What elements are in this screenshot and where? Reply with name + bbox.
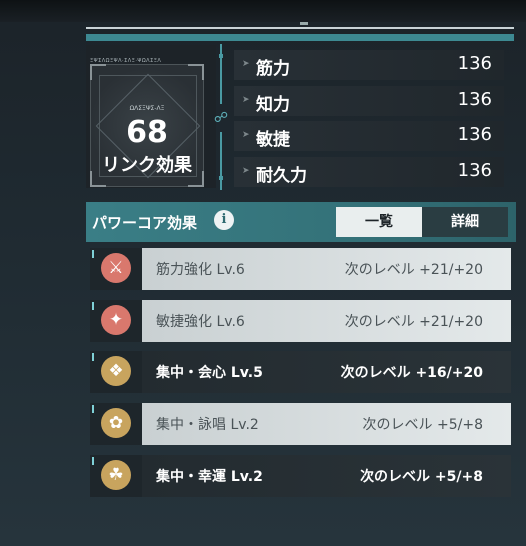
stat-name: 耐久力 [256, 166, 307, 186]
stat-value: 136 [457, 160, 492, 181]
arrow-right-icon: ➤ [242, 95, 250, 105]
frame-corner [90, 64, 106, 80]
stat-name: 敏捷 [256, 130, 290, 150]
link-effect-emblem: ΞΨΣΛΩΞΨΛ·ΣΛΞ·ΨΩΛΣΞΛ ΩΛΣΞΨΣ-ΛΞ 68 リンク効果 [86, 45, 216, 188]
stat-row-endurance: ➤ 耐久力 136 [234, 157, 504, 187]
strength-icon: ⚔ [101, 253, 131, 283]
stat-row-intelligence: ➤ 知力 136 [234, 86, 504, 116]
item-body: 筋力強化 Lv.6 次のレベル +21/+20 [142, 248, 511, 290]
item-body: 集中・詠唱 Lv.2 次のレベル +5/+8 [142, 403, 511, 445]
item-body: 集中・幸運 Lv.2 次のレベル +5/+8 [142, 455, 511, 497]
power-core-item[interactable]: ☘ 集中・幸運 Lv.2 次のレベル +5/+8 [90, 455, 511, 497]
power-core-item[interactable]: ⚔ 筋力強化 Lv.6 次のレベル +21/+20 [90, 248, 511, 290]
corner-mark [92, 457, 99, 465]
arrow-right-icon: ➤ [242, 130, 250, 140]
frame-corner [188, 64, 204, 80]
top-backdrop [0, 0, 526, 22]
item-next-level: 次のレベル +21/+20 [344, 262, 483, 278]
stat-value: 136 [457, 124, 492, 145]
agility-icon: ✦ [101, 305, 131, 335]
panel-top-divider [86, 27, 514, 29]
tab-details[interactable]: 詳細 [422, 207, 508, 237]
item-next-level: 次のレベル +16/+20 [340, 365, 483, 381]
corner-mark [92, 353, 99, 361]
link-caption: ΩΛΣΞΨΣ-ΛΞ [129, 105, 165, 112]
item-icon-box: ☘ [90, 455, 142, 497]
emblem-header: ΞΨΣΛΩΞΨΛ·ΣΛΞ·ΨΩΛΣΞΛ [90, 47, 210, 64]
chain-link-icon: ☍ [213, 110, 229, 126]
info-icon[interactable]: i [214, 210, 234, 230]
item-next-level: 次のレベル +5/+8 [362, 417, 483, 433]
view-toggle: 一覧 詳細 [336, 207, 508, 237]
corner-mark [92, 405, 99, 413]
item-next-level: 次のレベル +21/+20 [344, 314, 483, 330]
item-label: 集中・会心 Lv.5 [156, 365, 263, 381]
power-core-item[interactable]: ✿ 集中・詠唱 Lv.2 次のレベル +5/+8 [90, 403, 511, 445]
power-core-item[interactable]: ✦ 敏捷強化 Lv.6 次のレベル +21/+20 [90, 300, 511, 342]
item-label: 集中・詠唱 Lv.2 [156, 417, 259, 433]
power-core-title: パワーコア効果 [92, 214, 198, 232]
link-effect-value: 68 [126, 115, 168, 150]
connector-tick [219, 54, 223, 58]
link-effect-label: リンク効果 [102, 155, 192, 176]
item-icon-box: ❖ [90, 351, 142, 393]
stat-value: 136 [457, 89, 492, 110]
stat-row-agility: ➤ 敏捷 136 [234, 121, 504, 151]
stat-name: 知力 [256, 95, 290, 115]
stat-name: 筋力 [256, 59, 290, 79]
corner-mark [92, 302, 99, 310]
item-label: 集中・幸運 Lv.2 [156, 469, 263, 485]
tab-list[interactable]: 一覧 [336, 207, 422, 237]
connector-line [220, 132, 222, 190]
power-core-header: パワーコア効果 i 一覧 詳細 [86, 202, 516, 242]
panel-accent-bar [86, 34, 514, 41]
item-icon-box: ⚔ [90, 248, 142, 290]
critical-icon: ❖ [101, 356, 131, 386]
item-body: 敏捷強化 Lv.6 次のレベル +21/+20 [142, 300, 511, 342]
item-body: 集中・会心 Lv.5 次のレベル +16/+20 [142, 351, 511, 393]
arrow-right-icon: ➤ [242, 59, 250, 69]
item-label: 敏捷強化 Lv.6 [156, 314, 245, 330]
stat-value: 136 [457, 53, 492, 74]
item-label: 筋力強化 Lv.6 [156, 262, 245, 278]
stat-row-strength: ➤ 筋力 136 [234, 50, 504, 80]
panel-grip[interactable] [300, 22, 308, 25]
emblem-frame: ΩΛΣΞΨΣ-ΛΞ 68 リンク効果 [90, 64, 204, 187]
connector-tick [219, 176, 223, 180]
link-connector: ☍ [209, 44, 233, 190]
corner-mark [92, 250, 99, 258]
item-next-level: 次のレベル +5/+8 [360, 469, 483, 485]
power-core-item[interactable]: ❖ 集中・会心 Lv.5 次のレベル +16/+20 [90, 351, 511, 393]
connector-line [220, 44, 222, 104]
luck-icon: ☘ [101, 460, 131, 490]
chant-icon: ✿ [101, 408, 131, 438]
arrow-right-icon: ➤ [242, 166, 250, 176]
item-icon-box: ✦ [90, 300, 142, 342]
item-icon-box: ✿ [90, 403, 142, 445]
